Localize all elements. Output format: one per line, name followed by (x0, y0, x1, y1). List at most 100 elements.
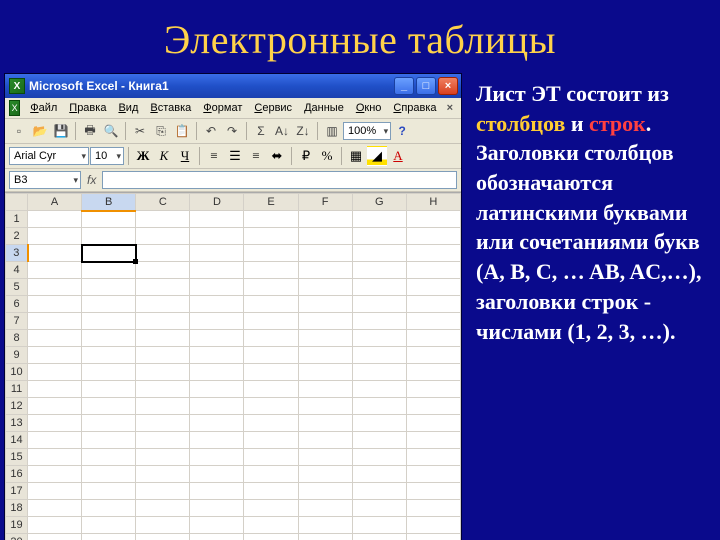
row-header-16[interactable]: 16 (6, 466, 28, 483)
fill-color-icon[interactable]: ◢ (367, 146, 387, 166)
cell-E13[interactable] (244, 415, 298, 432)
cell-F13[interactable] (298, 415, 352, 432)
cell-F14[interactable] (298, 432, 352, 449)
cell-A6[interactable] (28, 296, 82, 313)
menu-вид[interactable]: Вид (112, 100, 144, 116)
cell-A8[interactable] (28, 330, 82, 347)
cell-A1[interactable] (28, 211, 82, 228)
cell-D14[interactable] (190, 432, 244, 449)
cell-G1[interactable] (352, 211, 406, 228)
cell-A12[interactable] (28, 398, 82, 415)
cell-G17[interactable] (352, 483, 406, 500)
cell-D19[interactable] (190, 517, 244, 534)
font-color-icon[interactable]: A (388, 146, 408, 166)
col-header-G[interactable]: G (352, 194, 406, 211)
cell-G20[interactable] (352, 534, 406, 540)
cell-D10[interactable] (190, 364, 244, 381)
cell-C5[interactable] (136, 279, 190, 296)
cell-C13[interactable] (136, 415, 190, 432)
menu-справка[interactable]: Справка (387, 100, 442, 116)
cell-B4[interactable] (82, 262, 136, 279)
cell-B9[interactable] (82, 347, 136, 364)
col-header-D[interactable]: D (190, 194, 244, 211)
open-file-icon[interactable]: 📂 (30, 121, 50, 141)
redo-icon[interactable]: ↷ (222, 121, 242, 141)
cell-B17[interactable] (82, 483, 136, 500)
cell-A9[interactable] (28, 347, 82, 364)
chart-icon[interactable]: ▥ (322, 121, 342, 141)
cell-F5[interactable] (298, 279, 352, 296)
cell-F16[interactable] (298, 466, 352, 483)
row-header-8[interactable]: 8 (6, 330, 28, 347)
menu-сервис[interactable]: Сервис (248, 100, 298, 116)
row-header-1[interactable]: 1 (6, 211, 28, 228)
cell-E9[interactable] (244, 347, 298, 364)
cell-A15[interactable] (28, 449, 82, 466)
cell-H15[interactable] (406, 449, 460, 466)
select-all-corner[interactable] (6, 194, 28, 211)
cell-C19[interactable] (136, 517, 190, 534)
cell-F6[interactable] (298, 296, 352, 313)
cell-E20[interactable] (244, 534, 298, 540)
cell-B15[interactable] (82, 449, 136, 466)
cell-H17[interactable] (406, 483, 460, 500)
cell-E12[interactable] (244, 398, 298, 415)
cell-E10[interactable] (244, 364, 298, 381)
cell-D6[interactable] (190, 296, 244, 313)
cell-G7[interactable] (352, 313, 406, 330)
cell-D5[interactable] (190, 279, 244, 296)
cell-E19[interactable] (244, 517, 298, 534)
row-header-2[interactable]: 2 (6, 228, 28, 245)
cut-icon[interactable]: ✂ (130, 121, 150, 141)
cell-A5[interactable] (28, 279, 82, 296)
cell-F2[interactable] (298, 228, 352, 245)
close-button[interactable]: × (438, 77, 458, 95)
fx-icon[interactable]: fx (81, 173, 102, 187)
cell-D16[interactable] (190, 466, 244, 483)
menu-вставка[interactable]: Вставка (144, 100, 197, 116)
align-right-icon[interactable]: ≡ (246, 146, 266, 166)
cell-F19[interactable] (298, 517, 352, 534)
cell-H19[interactable] (406, 517, 460, 534)
cell-C6[interactable] (136, 296, 190, 313)
percent-icon[interactable]: % (317, 146, 337, 166)
cell-C17[interactable] (136, 483, 190, 500)
cell-G9[interactable] (352, 347, 406, 364)
cell-E5[interactable] (244, 279, 298, 296)
cell-E6[interactable] (244, 296, 298, 313)
cell-F12[interactable] (298, 398, 352, 415)
row-header-5[interactable]: 5 (6, 279, 28, 296)
cell-A19[interactable] (28, 517, 82, 534)
cell-D13[interactable] (190, 415, 244, 432)
cell-C15[interactable] (136, 449, 190, 466)
cell-B13[interactable] (82, 415, 136, 432)
row-header-4[interactable]: 4 (6, 262, 28, 279)
cell-G2[interactable] (352, 228, 406, 245)
row-header-20[interactable]: 20 (6, 534, 28, 540)
cell-E3[interactable] (244, 245, 298, 262)
cell-B16[interactable] (82, 466, 136, 483)
cell-B18[interactable] (82, 500, 136, 517)
cell-B1[interactable] (82, 211, 136, 228)
cell-E18[interactable] (244, 500, 298, 517)
cell-D8[interactable] (190, 330, 244, 347)
row-header-13[interactable]: 13 (6, 415, 28, 432)
menu-формат[interactable]: Формат (197, 100, 248, 116)
row-header-12[interactable]: 12 (6, 398, 28, 415)
cell-H11[interactable] (406, 381, 460, 398)
cell-D1[interactable] (190, 211, 244, 228)
cell-H1[interactable] (406, 211, 460, 228)
menu-окно[interactable]: Окно (350, 100, 388, 116)
cell-D4[interactable] (190, 262, 244, 279)
cell-F8[interactable] (298, 330, 352, 347)
cell-A14[interactable] (28, 432, 82, 449)
print-icon[interactable]: 🖶 (80, 121, 100, 141)
menu-правка[interactable]: Правка (63, 100, 112, 116)
cell-G14[interactable] (352, 432, 406, 449)
cell-B10[interactable] (82, 364, 136, 381)
row-header-15[interactable]: 15 (6, 449, 28, 466)
cell-D11[interactable] (190, 381, 244, 398)
cell-B2[interactable] (82, 228, 136, 245)
cell-A17[interactable] (28, 483, 82, 500)
cell-C14[interactable] (136, 432, 190, 449)
